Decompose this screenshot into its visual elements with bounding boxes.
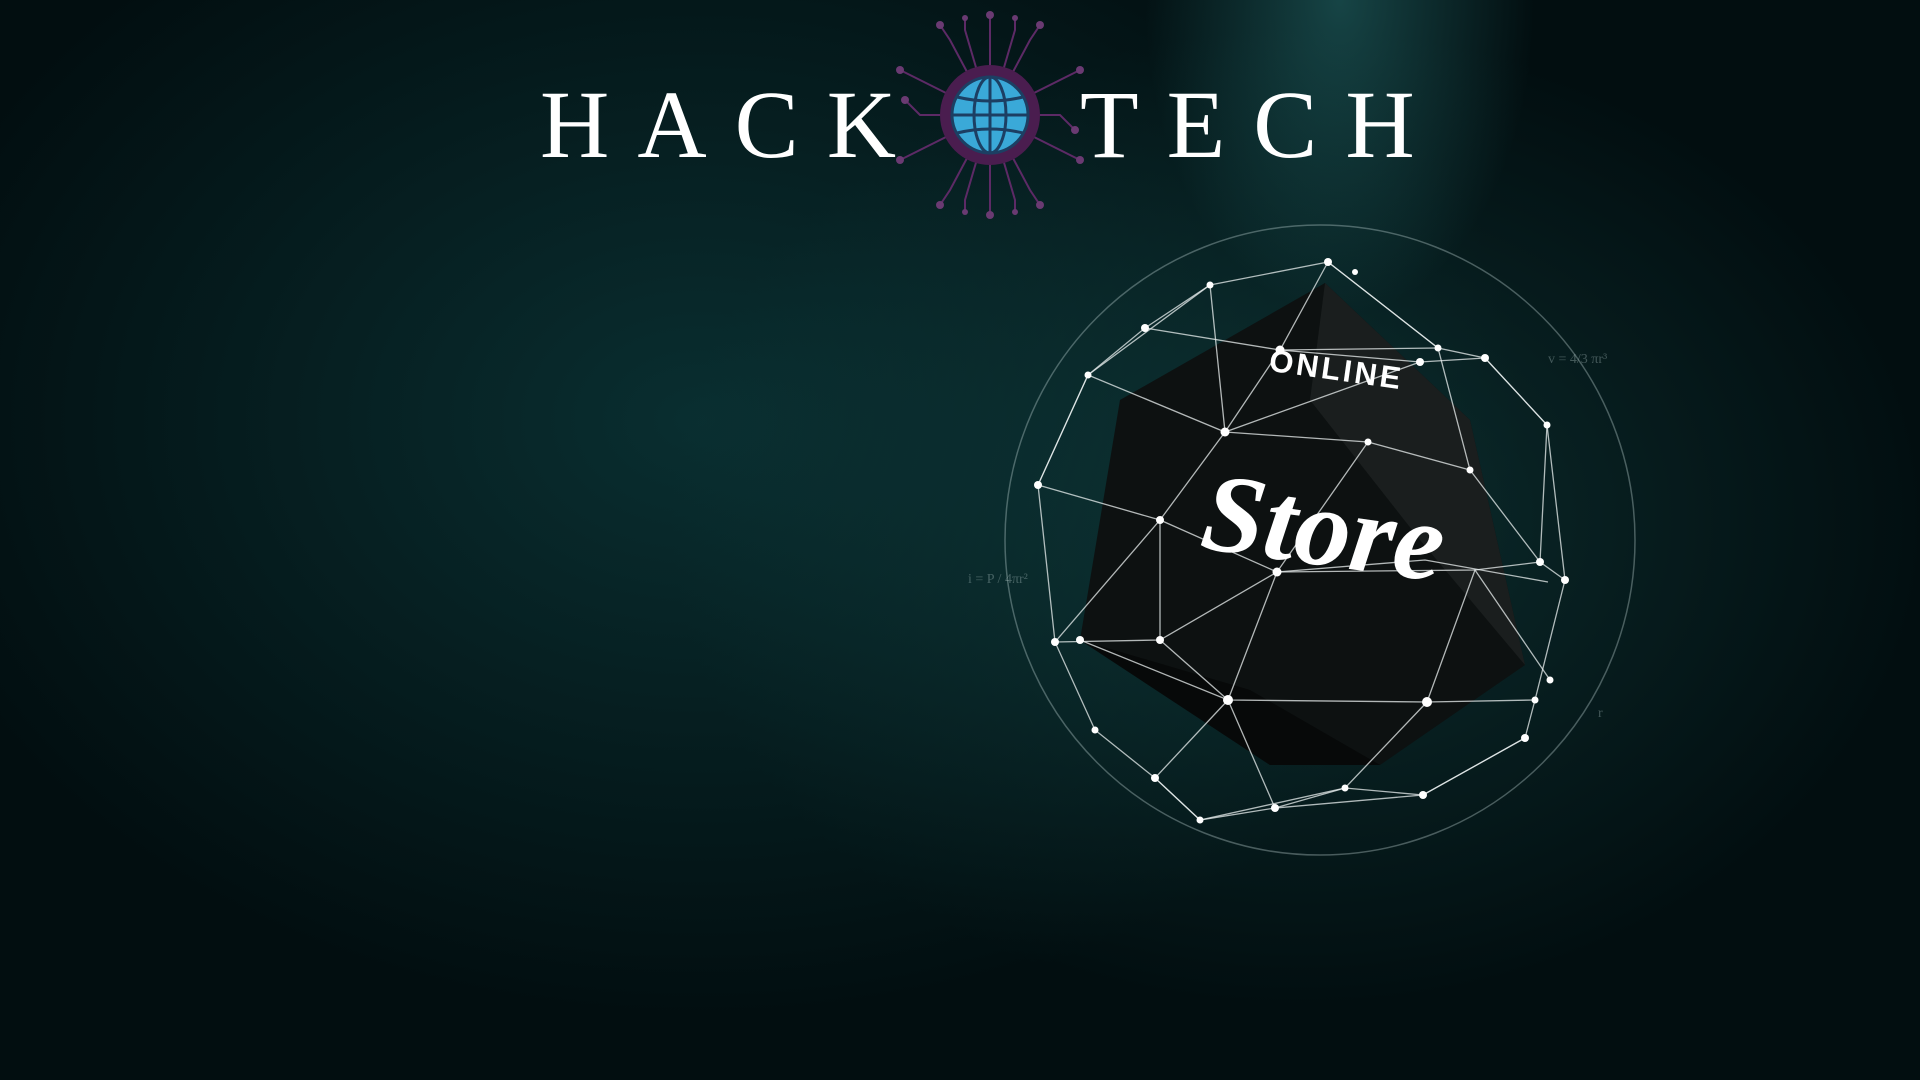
globe-circuit-icon (896, 11, 1084, 219)
logo-text-tech: TECH (1080, 71, 1443, 178)
formula-radius: r (1598, 706, 1603, 721)
logo-text-hack: HACK (540, 71, 925, 178)
formula-volume: v = 4/3 πr³ (1548, 352, 1608, 367)
online-store-graphic: ONLINE Store (1004, 224, 1636, 856)
formula-intensity: i = P / 4πr² (968, 572, 1028, 587)
